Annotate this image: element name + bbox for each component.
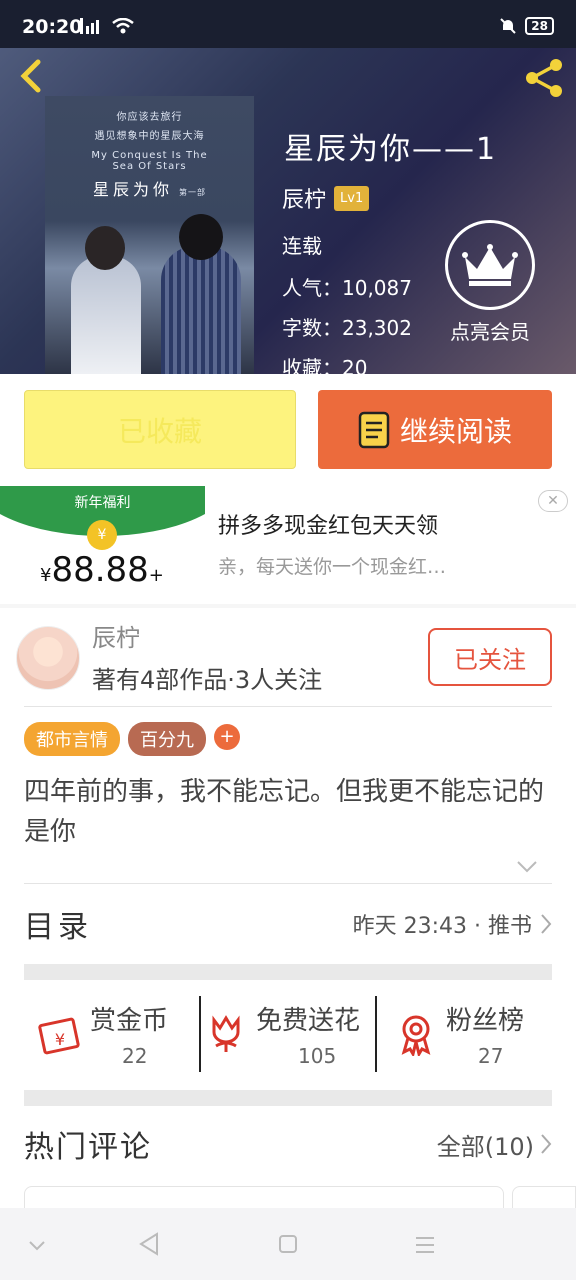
- flower-icon: [212, 1015, 240, 1052]
- author-row: 辰柠 Lv1: [282, 182, 370, 214]
- cover-title: 星辰为你: [92, 180, 173, 199]
- tag[interactable]: 百分九: [128, 722, 206, 756]
- stat-label: 赏金币: [90, 1006, 169, 1036]
- ad-amount: ¥88.88+: [40, 550, 164, 590]
- vip-button[interactable]: 点亮会员: [440, 220, 540, 345]
- divider: [24, 706, 552, 707]
- battery-indicator: 28: [525, 17, 554, 35]
- cover-figure-head: [179, 214, 223, 260]
- stat-label: 粉丝榜: [446, 1006, 525, 1036]
- stat-value: 27: [478, 1044, 504, 1068]
- hot-comments-title: 热门评论: [24, 1130, 152, 1165]
- ad-description: 亲，每天送你一个现金红…: [218, 556, 447, 578]
- cover-subtitle: 第一部: [179, 188, 206, 197]
- medal-icon: [401, 1015, 431, 1056]
- book-title: 星辰为你——1: [284, 132, 498, 167]
- collected-button[interactable]: 已收藏: [24, 390, 296, 469]
- author-card-stats: 著有4部作品·3人关注: [92, 666, 323, 694]
- cover-line: 遇见想象中的星辰大海: [94, 131, 205, 142]
- ad-close-button[interactable]: ✕: [538, 490, 568, 512]
- word-count: 字数：23,302: [282, 316, 412, 340]
- status-bar: 20:20 28: [0, 0, 576, 48]
- book-header: 你应该去旅行 遇见想象中的星辰大海 My Conquest Is The Sea…: [0, 48, 576, 374]
- serial-status: 连载: [282, 234, 322, 258]
- book-cover[interactable]: 你应该去旅行 遇见想象中的星辰大海 My Conquest Is The Sea…: [45, 96, 254, 374]
- continue-reading-label: 继续阅读: [399, 414, 512, 448]
- favorites-count: 收藏：20: [282, 356, 368, 374]
- book-detail-card: 辰柠 著有4部作品·3人关注 已关注 都市言情 百分九 + 四年前的事，我不能忘…: [0, 608, 576, 1280]
- hot-comments-header: 热门评论 全部(10): [24, 1116, 552, 1172]
- continue-reading-button[interactable]: 继续阅读: [318, 390, 552, 469]
- cover-figure: [161, 246, 241, 374]
- chevron-down-icon[interactable]: [516, 860, 538, 874]
- level-badge: Lv1: [334, 185, 370, 211]
- section-separator: [24, 1090, 552, 1106]
- share-icon[interactable]: [522, 56, 566, 100]
- ad-amount-currency: ¥: [40, 565, 52, 586]
- back-arrow-icon[interactable]: [14, 58, 50, 94]
- add-tag-button[interactable]: +: [214, 724, 240, 750]
- status-icons-left: [80, 18, 134, 34]
- tag[interactable]: 都市言情: [24, 722, 120, 756]
- svg-text:¥: ¥: [55, 1030, 65, 1049]
- stat-coins[interactable]: ¥ 赏金币 22: [38, 984, 198, 1084]
- table-of-contents-row[interactable]: 目录 昨天 23:43 · 推书: [24, 884, 552, 964]
- cover-figure-head: [85, 226, 125, 270]
- signal-icon: [80, 18, 99, 34]
- divider: [375, 996, 377, 1072]
- red-envelope-icon: ¥: [38, 1017, 80, 1055]
- cover-line: My Conquest Is The: [91, 150, 208, 161]
- crown-icon: [462, 244, 518, 286]
- system-nav-bar: [0, 1208, 576, 1280]
- status-icons-right: 28: [499, 17, 554, 35]
- ad-amount-value: 88.88: [51, 550, 149, 590]
- toc-update-text: 昨天 23:43 · 推书: [352, 914, 532, 939]
- vip-label: 点亮会员: [450, 320, 530, 344]
- mute-icon: [500, 18, 517, 34]
- ad-image-caption: 新年福利: [74, 495, 131, 511]
- followed-button[interactable]: 已关注: [428, 628, 552, 686]
- author-card-name[interactable]: 辰柠: [92, 618, 140, 653]
- cover-figure: [71, 256, 141, 374]
- all-comments-link[interactable]: 全部(10): [437, 1127, 552, 1162]
- chevron-right-icon: [541, 914, 552, 934]
- stat-fans[interactable]: 粉丝榜 27: [394, 984, 552, 1084]
- section-separator: [24, 964, 552, 980]
- wifi-icon: [112, 18, 134, 34]
- ad-image: 新年福利 ¥ ¥88.88+: [0, 486, 205, 604]
- back-triangle-icon[interactable]: [138, 1232, 160, 1256]
- all-comments-label: 全部(10): [436, 1132, 534, 1161]
- cover-line: Sea Of Stars: [112, 161, 187, 172]
- popularity: 人气：10,087: [282, 276, 412, 300]
- toc-label: 目录: [24, 910, 92, 945]
- stat-flowers[interactable]: 免费送花 105: [204, 984, 374, 1084]
- chevron-right-icon: [541, 1134, 552, 1154]
- status-time: 20:20: [22, 16, 83, 38]
- crown-circle: [445, 220, 535, 310]
- stats-row: ¥ 赏金币 22 免费送花 105 粉丝榜 27: [24, 984, 552, 1084]
- divider: [199, 996, 201, 1072]
- tag-list: 都市言情 百分九 +: [24, 722, 240, 756]
- ad-amount-plus: +: [148, 565, 164, 586]
- stat-value: 105: [298, 1044, 337, 1068]
- avatar[interactable]: [16, 626, 80, 690]
- chevron-down-icon[interactable]: [28, 1240, 46, 1252]
- stat-label: 免费送花: [256, 1006, 361, 1036]
- book-icon: [358, 411, 390, 448]
- home-square-icon[interactable]: [278, 1234, 298, 1254]
- action-bar: 已收藏 继续阅读: [0, 374, 576, 486]
- book-summary: 四年前的事，我不能忘记。但我更不能忘记的是你: [24, 777, 545, 847]
- menu-icon[interactable]: [414, 1236, 436, 1254]
- stat-value: 22: [122, 1044, 148, 1068]
- author-name[interactable]: 辰柠: [282, 182, 326, 214]
- ad-banner[interactable]: 新年福利 ¥ ¥88.88+ 拼多多现金红包天天领 亲，每天送你一个现金红… ✕: [0, 486, 576, 604]
- cover-line: 你应该去旅行: [116, 112, 183, 123]
- toc-update: 昨天 23:43 · 推书: [353, 908, 552, 940]
- ad-title: 拼多多现金红包天天领: [218, 514, 439, 539]
- coin-icon: ¥: [87, 520, 117, 550]
